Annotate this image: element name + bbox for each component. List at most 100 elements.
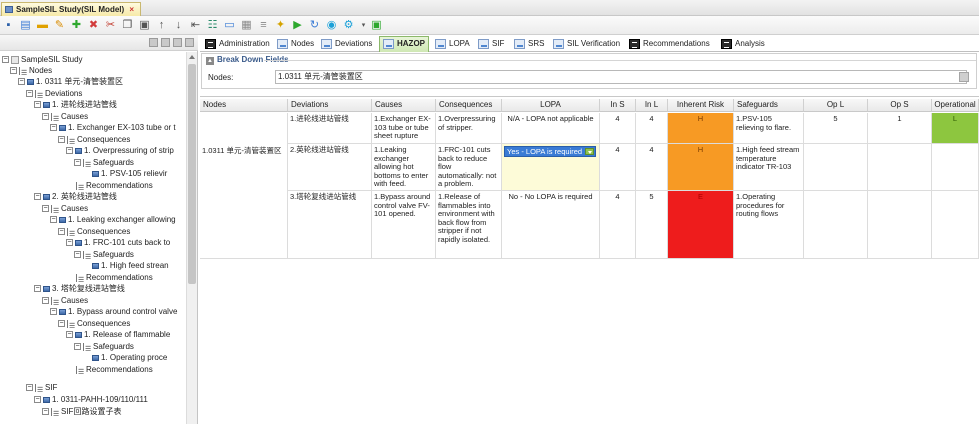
tab-lopa[interactable]: LOPA: [432, 37, 473, 52]
row1-safeguard[interactable]: 1.PSV-105 relieving to flare.: [734, 113, 804, 144]
tree-node-cause1[interactable]: −1. Exchanger EX-103 tube or t: [50, 122, 176, 133]
tab-deviations[interactable]: Deviations: [318, 37, 375, 52]
row2-consequence[interactable]: 1.FRC-101 cuts back to reduce flow autom…: [436, 144, 502, 191]
tree-node-causes[interactable]: −Causes: [42, 203, 88, 214]
row3-lopa[interactable]: No - No LOPA is required: [502, 191, 600, 259]
tree-node-deviations[interactable]: −Deviations: [26, 88, 82, 99]
tree-node-cause2[interactable]: −1. Leaking exchanger allowing: [50, 214, 176, 225]
move-up-icon[interactable]: ↑: [155, 19, 168, 32]
lightbulb-icon[interactable]: ✦: [274, 19, 287, 32]
tab-analysis[interactable]: Analysis: [718, 37, 768, 52]
add-icon[interactable]: ✚: [70, 19, 83, 32]
row2-in-l[interactable]: 4: [636, 144, 668, 191]
col-header-deviations[interactable]: Deviations: [288, 99, 372, 112]
row3-op-l[interactable]: [804, 191, 868, 259]
row1-deviation[interactable]: 1.进轮线进站管线: [288, 113, 372, 144]
cut-icon[interactable]: ✂: [104, 19, 117, 32]
tree-node-sg2[interactable]: 1. High feed strean: [92, 260, 169, 271]
document-tab[interactable]: SampleSIL Study(SIL Model) ×: [1, 2, 142, 16]
tab-sif[interactable]: SIF: [475, 37, 507, 52]
col-header-lopa[interactable]: LOPA: [502, 99, 600, 112]
row3-consequence[interactable]: 1.Release of flammables into environment…: [436, 191, 502, 259]
tree-node-dev1[interactable]: −1. 进轮线进站管线: [34, 99, 117, 110]
col-header-in-l[interactable]: In L: [636, 99, 668, 112]
edit-icon[interactable]: ✎: [53, 19, 66, 32]
tab-sil-verification[interactable]: SIL Verification: [550, 37, 623, 52]
tree-node-cons2[interactable]: −1. FRC-101 cuts back to: [66, 237, 170, 248]
row1-operational-risk[interactable]: L: [932, 113, 979, 144]
tree-node-recommendations[interactable]: Recommendations: [76, 180, 153, 191]
lopa-select[interactable]: Yes - LOPA is required: [504, 146, 596, 157]
outdent-icon[interactable]: ⇤: [189, 19, 202, 32]
row1-inherent-risk[interactable]: H: [668, 113, 734, 144]
tree-node-sg1[interactable]: 1. PSV-105 relievir: [92, 168, 167, 179]
tree-node-recommendations[interactable]: Recommendations: [76, 272, 153, 283]
export-icon[interactable]: ▣: [370, 19, 383, 32]
tree-scrollbar[interactable]: [186, 52, 197, 424]
row1-in-s[interactable]: 4: [600, 113, 636, 144]
row3-cause[interactable]: 1.Bypass around control valve FV-101 ope…: [372, 191, 436, 259]
row2-op-s[interactable]: [868, 144, 932, 191]
tree-node-consequences[interactable]: −Consequences: [58, 134, 130, 145]
tree-node-safeguards[interactable]: −Safeguards: [74, 249, 134, 260]
node-cell[interactable]: 1.0311 单元-清管装置区: [200, 113, 288, 259]
row2-in-s[interactable]: 4: [600, 144, 636, 191]
tree-node-cons3[interactable]: −1. Release of flammable: [66, 329, 170, 340]
tab-srs[interactable]: SRS: [511, 37, 547, 52]
tree-node-sif1[interactable]: −1. 0311-PAHH-109/110/111: [34, 394, 148, 405]
row3-op-s[interactable]: [868, 191, 932, 259]
paste-icon[interactable]: ▣: [138, 19, 151, 32]
row2-op-l[interactable]: [804, 144, 868, 191]
col-header-causes[interactable]: Causes: [372, 99, 436, 112]
tree-node-sg3[interactable]: 1. Operating proce: [92, 352, 167, 363]
tree-node-root[interactable]: − SampleSIL Study: [2, 54, 83, 65]
row2-operational-risk[interactable]: [932, 144, 979, 191]
edit-tree-icon[interactable]: [185, 38, 194, 47]
row1-lopa[interactable]: N/A - LOPA not applicable: [502, 113, 600, 144]
sync-icon[interactable]: ◉: [325, 19, 338, 32]
expand-all-icon[interactable]: [149, 38, 158, 47]
tree-node-consequences[interactable]: −Consequences: [58, 226, 130, 237]
scroll-up-icon[interactable]: [189, 55, 195, 59]
pin-icon[interactable]: [173, 38, 182, 47]
tree-node-consequences[interactable]: −Consequences: [58, 318, 130, 329]
dropdown-arrow-icon[interactable]: [585, 148, 594, 155]
tree-icon[interactable]: ☷: [206, 19, 219, 32]
row1-op-l[interactable]: 5: [804, 113, 868, 144]
scroll-thumb[interactable]: [188, 64, 196, 284]
tab-nodes[interactable]: Nodes: [274, 37, 317, 52]
col-header-nodes[interactable]: Nodes: [200, 99, 288, 112]
open-folder-icon[interactable]: ▬: [36, 19, 49, 32]
tree-node-recommendations[interactable]: Recommendations: [76, 364, 153, 375]
row3-inherent-risk[interactable]: E: [668, 191, 734, 259]
new-document-icon[interactable]: ▤: [19, 19, 32, 32]
col-header-in-s[interactable]: In S: [600, 99, 636, 112]
tree-node-dev3[interactable]: −3. 塔轮复线进站管线: [34, 283, 125, 294]
tree-node-dev2[interactable]: −2. 英轮线进站管线: [34, 191, 117, 202]
nodes-select[interactable]: 1.0311 单元-清管装置区: [275, 70, 967, 84]
move-down-icon[interactable]: ↓: [172, 19, 185, 32]
row1-cause[interactable]: 1.Exchanger EX-103 tube or tube sheet ru…: [372, 113, 436, 144]
col-header-operational[interactable]: Operational: [932, 99, 979, 112]
row3-safeguard[interactable]: 1.Operating procedures for routing flows: [734, 191, 804, 259]
row2-lopa[interactable]: Yes - LOPA is required: [502, 144, 600, 191]
row2-inherent-risk[interactable]: H: [668, 144, 734, 191]
row3-in-l[interactable]: 5: [636, 191, 668, 259]
nodes-dropdown-icon[interactable]: [959, 72, 969, 82]
grid-icon[interactable]: ▦: [240, 19, 253, 32]
close-tab-icon[interactable]: ×: [129, 5, 134, 14]
row2-deviation[interactable]: 2.英轮线进站管线: [288, 144, 372, 191]
refresh-icon[interactable]: ↻: [308, 19, 321, 32]
tree-node-nodes[interactable]: −Nodes: [10, 65, 52, 76]
tree-node-node1[interactable]: −1. 0311 单元-清管装置区: [18, 76, 123, 87]
run-icon[interactable]: ▶: [291, 19, 304, 32]
tree-node-sif[interactable]: −SIF: [26, 382, 57, 393]
tree-node-cons1[interactable]: −1. Overpressuring of strip: [66, 145, 174, 156]
row1-consequence[interactable]: 1.Overpressuring of stripper.: [436, 113, 502, 144]
row3-operational-risk[interactable]: [932, 191, 979, 259]
tree-node-safeguards[interactable]: −Safeguards: [74, 157, 134, 168]
row3-in-s[interactable]: 4: [600, 191, 636, 259]
col-header-op-l[interactable]: Op L: [804, 99, 868, 112]
tree-node-sif-sub[interactable]: −SIF回路设置子表: [42, 406, 121, 417]
tab-administration[interactable]: Administration: [202, 37, 273, 52]
